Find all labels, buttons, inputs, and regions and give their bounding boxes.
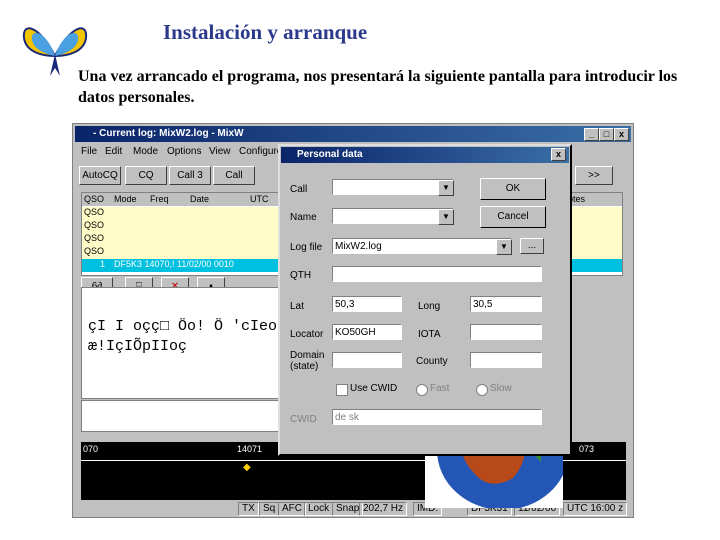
menu-edit[interactable]: Edit (105, 146, 122, 157)
county-label: County (416, 356, 448, 367)
cwid-field[interactable]: de sk (332, 409, 542, 425)
menu-view[interactable]: View (209, 146, 231, 157)
close-button[interactable]: x (614, 128, 629, 141)
logfile-label: Log file (290, 242, 323, 253)
long-field[interactable]: 30,5 (470, 296, 542, 312)
cursor-marker-icon: ◆ (243, 462, 251, 473)
dialog-title: Personal data (297, 149, 363, 160)
call-field[interactable] (332, 179, 454, 195)
rx-line: çI I oçç□ Öo! Ö 'cIeo (88, 318, 278, 335)
browse-button[interactable]: ... (520, 238, 544, 254)
mixw-screenshot: - Current log: MixW2.log - MixW _ □ x Fi… (72, 123, 634, 518)
name-dropdown-icon[interactable]: ▼ (438, 209, 454, 225)
slow-radio[interactable] (476, 384, 488, 396)
locator-field[interactable]: KO50GH (332, 324, 402, 340)
use-cwid-label: Use CWID (350, 383, 398, 394)
ok-button[interactable]: OK (480, 178, 546, 200)
lat-label: Lat (290, 301, 304, 312)
call-label: Call (290, 184, 308, 195)
intro-text: Una vez arrancado el programa, nos prese… (78, 68, 678, 106)
iota-label: IOTA (418, 329, 441, 340)
dialog-close-button[interactable]: x (551, 148, 566, 161)
call3-button[interactable]: Call 3 (169, 166, 211, 185)
use-cwid-checkbox[interactable] (336, 384, 348, 396)
menu-mode[interactable]: Mode (133, 146, 158, 157)
menu-configure[interactable]: Configure (239, 146, 282, 157)
county-field[interactable] (470, 352, 542, 368)
main-titlebar: - Current log: MixW2.log - MixW _ □ x (75, 126, 631, 142)
cwid-label: CWID (290, 414, 317, 425)
more-macros-button[interactable]: >> (575, 166, 613, 185)
long-label: Long (418, 301, 441, 312)
personal-data-dialog: Personal data x Call ▼ OK Name ▼ Cancel … (278, 144, 572, 456)
fast-radio[interactable] (416, 384, 428, 396)
name-label: Name (290, 212, 317, 223)
call-button[interactable]: Call (213, 166, 255, 185)
call-dropdown-icon[interactable]: ▼ (438, 180, 454, 196)
autocq-button[interactable]: AutoCQ (79, 166, 121, 185)
window-title: - Current log: MixW2.log - MixW (93, 128, 244, 139)
locator-label: Locator (290, 329, 324, 340)
slide-title: Instalación y arranque (163, 20, 368, 44)
dialog-titlebar: Personal data x (281, 147, 569, 163)
menu-file[interactable]: File (81, 146, 97, 157)
fast-label: Fast (430, 383, 450, 394)
slow-label: Slow (490, 383, 512, 394)
qth-label: QTH (290, 270, 312, 281)
cancel-button[interactable]: Cancel (480, 206, 546, 228)
name-field[interactable] (332, 208, 454, 224)
minimize-button[interactable]: _ (584, 128, 599, 141)
cq-button[interactable]: CQ (125, 166, 167, 185)
qth-field[interactable] (332, 266, 542, 282)
menu-options[interactable]: Options (167, 146, 201, 157)
iota-field[interactable] (470, 324, 542, 340)
domain-field[interactable] (332, 352, 402, 368)
maximize-button[interactable]: □ (599, 128, 614, 141)
logfile-dropdown-icon[interactable]: ▼ (496, 239, 512, 255)
lat-field[interactable]: 50,3 (332, 296, 402, 312)
domain-label: Domain (state) (290, 350, 325, 372)
rx-line: æ!IçIÕpIIoç (88, 338, 188, 355)
logfile-field[interactable]: MixW2.log (332, 238, 512, 254)
